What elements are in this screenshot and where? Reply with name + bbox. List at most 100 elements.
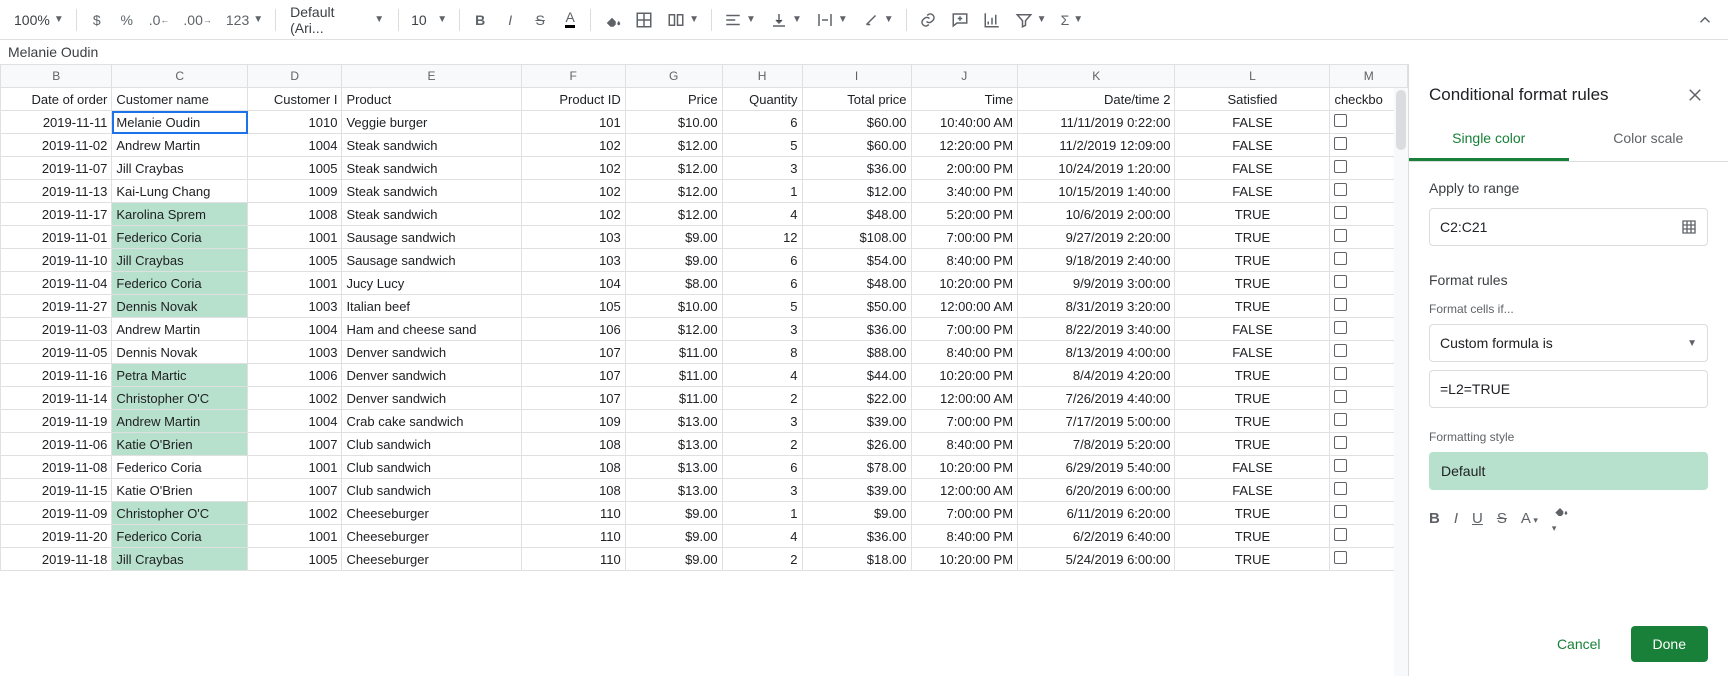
cell[interactable]: 7/17/2019 5:00:00 [1018, 410, 1175, 433]
cell[interactable]: Sausage sandwich [342, 226, 521, 249]
cell[interactable]: $48.00 [802, 203, 911, 226]
header-cell[interactable]: Price [625, 88, 722, 111]
cell[interactable]: 1 [722, 180, 802, 203]
cell[interactable]: 108 [521, 433, 625, 456]
cell[interactable]: 4 [722, 364, 802, 387]
cell[interactable]: 2019-11-14 [1, 387, 112, 410]
rotate-button[interactable]: ▼ [856, 6, 900, 34]
cell[interactable]: TRUE [1175, 249, 1330, 272]
cell[interactable]: $9.00 [625, 548, 722, 571]
cell[interactable]: 6 [722, 249, 802, 272]
font-select[interactable]: Default (Ari...▼ [282, 6, 392, 34]
cell[interactable]: 10/6/2019 2:00:00 [1018, 203, 1175, 226]
cell[interactable]: 2 [722, 433, 802, 456]
cell[interactable]: Cheeseburger [342, 548, 521, 571]
cell[interactable]: 2019-11-05 [1, 341, 112, 364]
cell[interactable]: 102 [521, 157, 625, 180]
cell[interactable]: Denver sandwich [342, 364, 521, 387]
cell[interactable]: $26.00 [802, 433, 911, 456]
cell[interactable]: 1005 [248, 249, 342, 272]
column-header-F[interactable]: F [521, 65, 625, 88]
cell[interactable]: 2019-11-18 [1, 548, 112, 571]
text-color-button[interactable]: A ▾ [1521, 510, 1538, 527]
cell[interactable]: 103 [521, 249, 625, 272]
cell[interactable]: 107 [521, 341, 625, 364]
cell[interactable]: 5:20:00 PM [911, 203, 1018, 226]
cell[interactable]: 1004 [248, 410, 342, 433]
cell[interactable]: 3 [722, 157, 802, 180]
cell[interactable]: 5/24/2019 6:00:00 [1018, 548, 1175, 571]
cell[interactable]: $54.00 [802, 249, 911, 272]
cell[interactable]: FALSE [1175, 456, 1330, 479]
more-formats-button[interactable]: 123▼ [220, 6, 269, 34]
cell[interactable]: Jill Craybas [112, 157, 248, 180]
cell[interactable]: 6 [722, 111, 802, 134]
cell[interactable]: 3 [722, 410, 802, 433]
cell[interactable]: $22.00 [802, 387, 911, 410]
header-cell[interactable]: Customer name [112, 88, 248, 111]
cell[interactable]: 2019-11-08 [1, 456, 112, 479]
cell[interactable]: 12:00:00 AM [911, 387, 1018, 410]
cell[interactable]: Katie O'Brien [112, 433, 248, 456]
cell[interactable]: $13.00 [625, 456, 722, 479]
cell[interactable]: 109 [521, 410, 625, 433]
cell[interactable]: 6/11/2019 6:20:00 [1018, 502, 1175, 525]
cell[interactable]: 1001 [248, 226, 342, 249]
borders-button[interactable] [629, 6, 659, 34]
spreadsheet-grid[interactable]: BCDEFGHIJKLMDate of orderCustomer nameCu… [0, 64, 1408, 676]
cell[interactable]: $12.00 [625, 203, 722, 226]
cell[interactable]: 102 [521, 134, 625, 157]
cell[interactable]: 2019-11-17 [1, 203, 112, 226]
cell[interactable]: TRUE [1175, 502, 1330, 525]
cell[interactable]: 8:40:00 PM [911, 249, 1018, 272]
cell[interactable]: 1 [722, 502, 802, 525]
cell[interactable]: Denver sandwich [342, 387, 521, 410]
condition-select[interactable]: Custom formula is ▼ [1429, 324, 1708, 362]
cell[interactable]: 103 [521, 226, 625, 249]
cell[interactable]: 9/9/2019 3:00:00 [1018, 272, 1175, 295]
strike-button[interactable]: S [526, 6, 554, 34]
name-box[interactable]: Melanie Oudin [8, 44, 98, 60]
fill-color-button[interactable]: ▾ [1552, 502, 1568, 535]
cell[interactable]: $11.00 [625, 364, 722, 387]
cell[interactable]: $9.00 [625, 249, 722, 272]
cell[interactable]: 2019-11-07 [1, 157, 112, 180]
cell[interactable]: 10:20:00 PM [911, 364, 1018, 387]
cell[interactable]: Dennis Novak [112, 341, 248, 364]
cell[interactable]: TRUE [1175, 410, 1330, 433]
filter-button[interactable]: ▼ [1009, 6, 1053, 34]
done-button[interactable]: Done [1631, 626, 1708, 662]
cell[interactable]: 6 [722, 456, 802, 479]
cell[interactable]: Karolina Sprem [112, 203, 248, 226]
wrap-button[interactable]: ▼ [810, 6, 854, 34]
cell[interactable]: 10/15/2019 1:40:00 [1018, 180, 1175, 203]
checkbox-icon[interactable] [1334, 436, 1347, 449]
cell[interactable]: FALSE [1175, 157, 1330, 180]
halign-button[interactable]: ▼ [718, 6, 762, 34]
cell[interactable]: $11.00 [625, 341, 722, 364]
cell[interactable]: $36.00 [802, 525, 911, 548]
checkbox-icon[interactable] [1334, 459, 1347, 472]
text-color-button[interactable]: A [556, 6, 584, 34]
functions-button[interactable]: Σ▼ [1055, 6, 1090, 34]
checkbox-icon[interactable] [1334, 183, 1347, 196]
cell[interactable]: 1005 [248, 548, 342, 571]
cell[interactable]: 106 [521, 318, 625, 341]
cell[interactable]: 1008 [248, 203, 342, 226]
cell[interactable]: $9.00 [625, 502, 722, 525]
cell[interactable]: Federico Coria [112, 456, 248, 479]
checkbox-icon[interactable] [1334, 229, 1347, 242]
cell[interactable]: 1001 [248, 525, 342, 548]
italic-button[interactable]: I [1454, 510, 1458, 527]
cell[interactable]: 12:20:00 PM [911, 134, 1018, 157]
cell[interactable]: 8 [722, 341, 802, 364]
cell[interactable]: $60.00 [802, 111, 911, 134]
cell[interactable]: Cheeseburger [342, 502, 521, 525]
currency-button[interactable]: $ [83, 6, 111, 34]
collapse-toolbar-button[interactable] [1690, 6, 1720, 34]
cell[interactable]: 2019-11-03 [1, 318, 112, 341]
cell[interactable]: 1002 [248, 387, 342, 410]
cell[interactable]: FALSE [1175, 341, 1330, 364]
cell[interactable]: 2019-11-16 [1, 364, 112, 387]
cell[interactable]: 3 [722, 479, 802, 502]
